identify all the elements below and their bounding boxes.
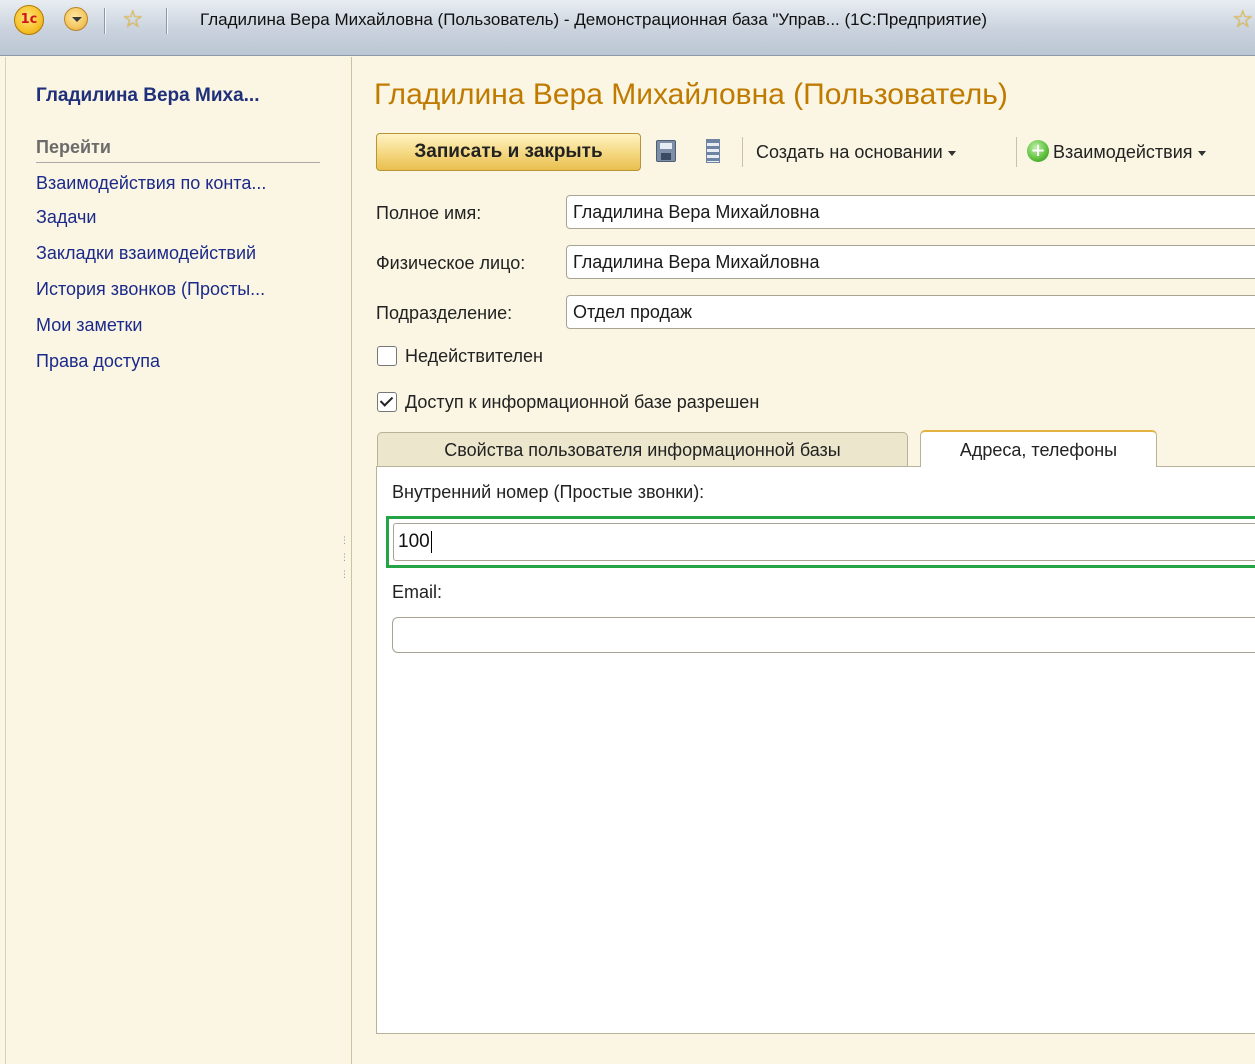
window-title-bar: 1с ☆ Гладилина Вера Михайловна (Пользова… [0,0,1255,56]
document-list-icon[interactable] [706,139,720,163]
title-separator [166,8,167,34]
tab-addresses-phones[interactable]: Адреса, телефоны [920,430,1157,467]
title-separator [104,8,105,34]
nav-link-call-history[interactable]: История звонков (Просты... [36,279,265,300]
toolbar-separator [742,137,743,167]
nav-title: Гладилина Вера Миха... [36,85,260,106]
nav-link-my-notes[interactable]: Мои заметки [36,315,143,336]
department-field[interactable]: Отдел продаж [566,295,1255,329]
save-disk-icon[interactable] [656,140,676,162]
window-title: Гладилина Вера Михайловна (Пользователь)… [200,10,988,29]
form-title: Гладилина Вера Михайловна (Пользователь) [374,78,1008,111]
inactive-checkbox[interactable] [377,346,397,366]
internal-number-value: 100 [398,531,430,552]
panel-resize-grip-icon[interactable]: ⋮ [340,536,349,545]
app-logo-icon[interactable]: 1с [14,5,44,35]
add-to-favorites-star-icon[interactable]: ☆ [1232,5,1254,33]
save-and-close-button[interactable]: Записать и закрыть [376,133,641,171]
nav-link-tasks[interactable]: Задачи [36,207,96,228]
internal-number-highlight: 100 [386,516,1255,568]
main-menu-dropdown-icon[interactable] [64,7,88,31]
inactive-checkbox-label[interactable]: Недействителен [405,346,543,367]
department-label: Подразделение: [376,303,513,323]
navigation-panel: Гладилина Вера Миха... Перейти Взаимодей… [0,57,352,1064]
tab-ib-user-properties[interactable]: Свойства пользователя информационной баз… [377,432,908,467]
nav-link-interactions-by-contact[interactable]: Взаимодействия по конта... [36,173,266,194]
panel-resize-grip-icon[interactable]: ⋮ [340,570,349,579]
nav-link-interaction-bookmarks[interactable]: Закладки взаимодействий [36,243,256,264]
nav-section-go-to: Перейти [36,137,320,163]
person-label: Физическое лицо: [376,253,526,273]
email-label: Email: [392,582,443,602]
person-field[interactable]: Гладилина Вера Михайловна [566,245,1255,279]
toolbar-separator [1016,137,1017,167]
add-plus-icon[interactable]: + [1027,140,1049,162]
interactions-dropdown[interactable]: Взаимодействия [1053,142,1206,163]
email-field[interactable] [392,617,1255,653]
chevron-down-icon [947,150,956,156]
create-based-on-label: Создать на основании [756,142,943,162]
access-allowed-checkbox[interactable] [377,392,397,412]
interactions-label: Взаимодействия [1053,142,1193,162]
text-cursor [430,530,432,553]
internal-number-label: Внутренний номер (Простые звонки): [392,482,705,502]
internal-number-field[interactable]: 100 [393,523,1255,561]
create-based-on-dropdown[interactable]: Создать на основании [756,142,956,163]
nav-link-access-rights[interactable]: Права доступа [36,351,160,372]
panel-resize-grip-icon[interactable]: ⋮ [340,553,349,562]
full-name-field[interactable]: Гладилина Вера Михайловна [566,195,1255,229]
access-allowed-checkbox-label[interactable]: Доступ к информационной базе разрешен [405,392,759,413]
full-name-label: Полное имя: [376,203,482,223]
favorites-star-icon[interactable]: ☆ [122,5,144,33]
chevron-down-icon [1197,150,1206,156]
